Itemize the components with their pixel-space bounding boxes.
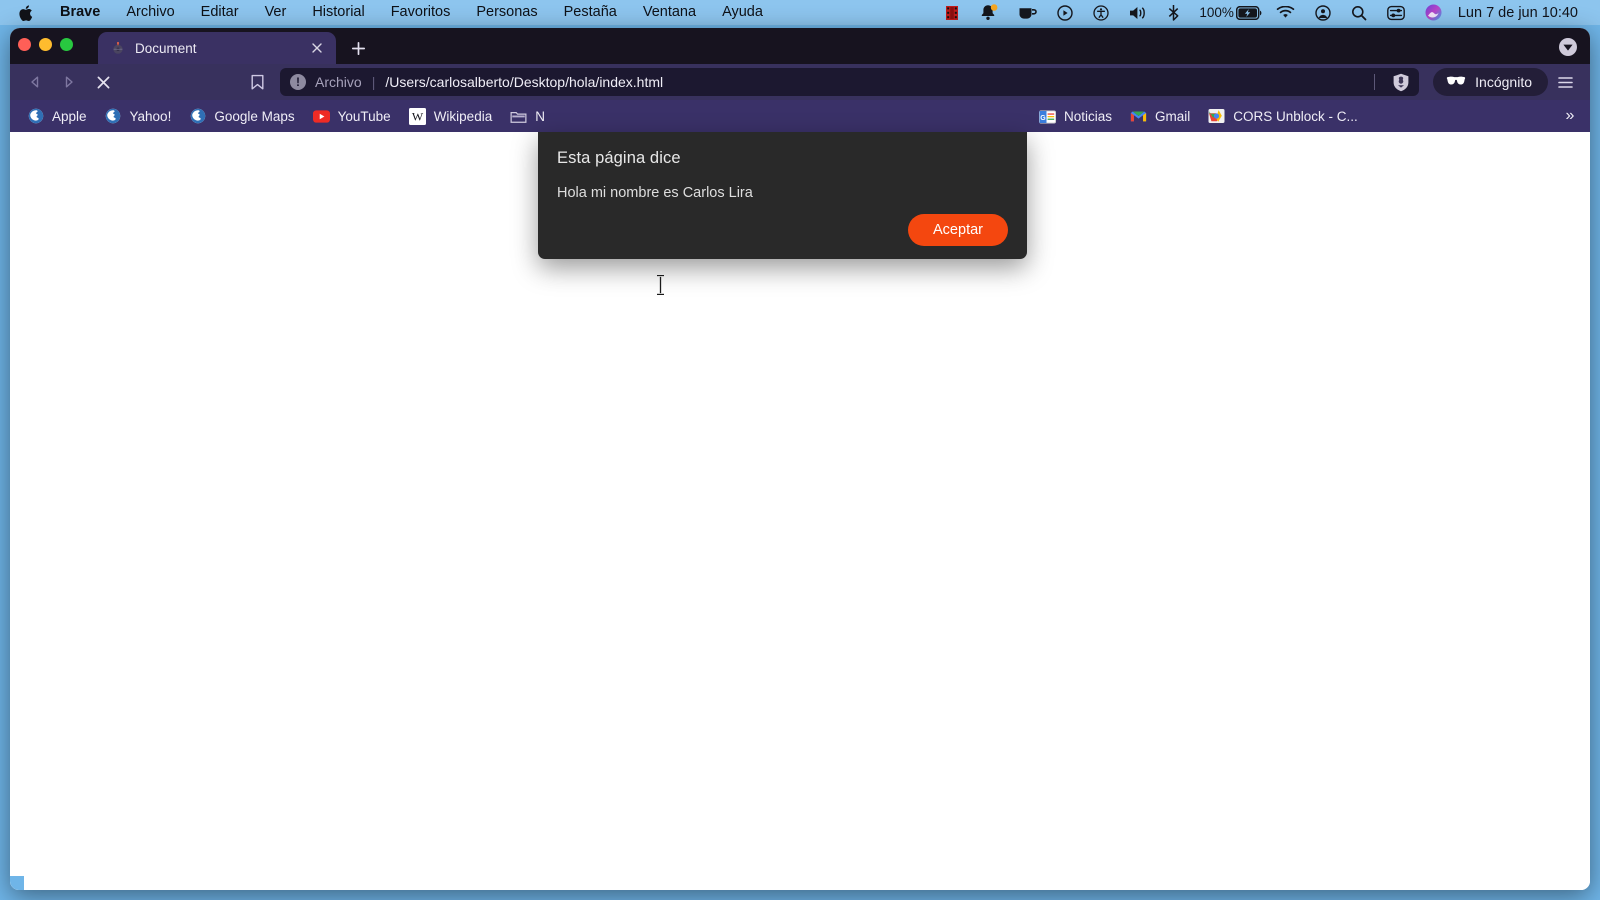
bookmark-label: Google Maps <box>214 108 295 124</box>
menu-item-ayuda[interactable]: Ayuda <box>709 0 776 25</box>
bookmark-label: N <box>535 108 545 124</box>
bookmark-gmail[interactable]: Gmail <box>1121 103 1199 129</box>
tab-close-icon[interactable] <box>306 37 328 59</box>
folder-icon <box>510 108 527 125</box>
bookmarks-overflow-button[interactable]: » <box>1558 104 1582 128</box>
screen: Brave Archivo Editar Ver Historial Favor… <box>0 0 1600 900</box>
google-news-icon: G <box>1038 108 1056 125</box>
globe-icon <box>189 108 206 125</box>
wifi-icon[interactable] <box>1266 0 1305 25</box>
bookmarks-bar: Apple Yahoo! Google Maps YouTube W Wikip… <box>10 100 1590 132</box>
menu-item-personas[interactable]: Personas <box>463 0 550 25</box>
address-url-text[interactable]: /Users/carlosalberto/Desktop/hola/index.… <box>385 74 663 90</box>
dialog-message: Hola mi nombre es Carlos Lira <box>557 185 753 201</box>
youtube-icon <box>312 108 330 125</box>
spotlight-search-icon[interactable] <box>1341 0 1377 25</box>
volume-icon[interactable] <box>1119 0 1158 25</box>
tab-strip: Document <box>10 28 1590 64</box>
menu-bar-clock[interactable]: Lun 7 de jun 10:40 <box>1452 5 1584 21</box>
bookmark-label: Noticias <box>1063 108 1112 124</box>
address-scheme-label: Archivo <box>315 74 362 90</box>
menu-item-pestana[interactable]: Pestaña <box>551 0 630 25</box>
wikipedia-icon: W <box>408 107 426 125</box>
globe-icon <box>105 108 122 125</box>
bluetooth-icon[interactable] <box>1158 0 1189 25</box>
control-center-icon[interactable] <box>1377 0 1415 25</box>
gmail-icon <box>1130 108 1147 125</box>
menu-item-editar[interactable]: Editar <box>188 0 252 25</box>
battery-charging-icon <box>1235 5 1262 20</box>
window-corner-mask <box>10 876 24 890</box>
menu-item-brave[interactable]: Brave <box>47 0 113 25</box>
menu-bar-left: Brave Archivo Editar Ver Historial Favor… <box>0 0 776 25</box>
window-traffic-lights <box>18 38 73 51</box>
dialog-title: Esta página dice <box>557 149 681 167</box>
new-tab-button[interactable] <box>344 35 372 61</box>
minimize-window-button[interactable] <box>39 38 52 51</box>
maximize-window-button[interactable] <box>60 38 73 51</box>
bookmark-cors-unblock[interactable]: CORS Unblock - C... <box>1199 103 1367 129</box>
address-separator: | <box>371 74 376 90</box>
bookmark-yahoo[interactable]: Yahoo! <box>96 103 181 129</box>
menu-bar-status-area: 100% Lun 7 de jun 10:40 <box>935 0 1592 25</box>
bookmark-folder[interactable]: N <box>501 103 554 129</box>
document-favicon <box>110 41 125 56</box>
bookmark-label: Yahoo! <box>129 108 172 124</box>
dialog-accept-button[interactable]: Aceptar <box>908 213 1008 246</box>
svg-text:W: W <box>412 109 424 123</box>
profile-incognito-button[interactable]: Incógnito <box>1433 68 1548 96</box>
brave-shields-icon[interactable] <box>1389 70 1413 94</box>
text-cursor-icon <box>655 274 666 296</box>
siri-icon[interactable] <box>1415 0 1452 25</box>
stop-loading-icon[interactable] <box>86 68 120 96</box>
bookmark-star-icon[interactable] <box>240 68 274 96</box>
menu-item-ventana[interactable]: Ventana <box>630 0 709 25</box>
bookmark-label: Apple <box>52 108 87 124</box>
info-circle-icon[interactable]: ! <box>290 74 306 90</box>
hamburger-menu-icon[interactable] <box>1548 68 1582 96</box>
user-circle-icon[interactable] <box>1305 0 1341 25</box>
dialog-actions: Aceptar <box>908 213 1008 246</box>
globe-icon <box>27 108 44 125</box>
menu-item-historial[interactable]: Historial <box>299 0 377 25</box>
bookmark-apple[interactable]: Apple <box>18 103 96 129</box>
incognito-glasses-icon <box>1446 73 1466 91</box>
bookmark-label: YouTube <box>337 108 391 124</box>
javascript-alert-dialog: Esta página dice Hola mi nombre es Carlo… <box>538 132 1027 259</box>
play-circle-icon[interactable] <box>1047 0 1083 25</box>
brave-rewards-icon[interactable] <box>1556 36 1580 58</box>
chrome-extension-icon <box>1208 108 1225 125</box>
bookmark-google-maps[interactable]: Google Maps <box>180 103 303 129</box>
address-bar-right <box>1374 70 1413 94</box>
browser-toolbar: ! Archivo | /Users/carlosalberto/Desktop… <box>10 64 1590 100</box>
coffee-cup-icon[interactable] <box>1008 0 1047 25</box>
battery-percent-label: 100% <box>1199 5 1234 20</box>
bookmark-label: Gmail <box>1154 108 1191 124</box>
page-content-area: Esta página dice Hola mi nombre es Carlo… <box>10 132 1590 890</box>
back-arrow-icon[interactable] <box>18 68 52 96</box>
close-window-button[interactable] <box>18 38 31 51</box>
address-bar[interactable]: ! Archivo | /Users/carlosalberto/Desktop… <box>280 68 1420 96</box>
bookmark-label: CORS Unblock - C... <box>1233 108 1358 124</box>
bookmark-label: Wikipedia <box>433 108 493 124</box>
menu-item-ver[interactable]: Ver <box>252 0 300 25</box>
bookmark-youtube[interactable]: YouTube <box>304 103 400 129</box>
battery-status[interactable]: 100% <box>1189 0 1266 25</box>
bookmark-wikipedia[interactable]: W Wikipedia <box>400 103 502 129</box>
profile-label: Incógnito <box>1475 74 1532 90</box>
menu-item-archivo[interactable]: Archivo <box>113 0 187 25</box>
notification-bell-icon[interactable] <box>969 0 1008 25</box>
menu-item-favoritos[interactable]: Favoritos <box>378 0 464 25</box>
macos-menu-bar: Brave Archivo Editar Ver Historial Favor… <box>0 0 1600 25</box>
svg-text:G: G <box>1040 115 1046 122</box>
forward-arrow-icon[interactable] <box>52 68 86 96</box>
browser-tab[interactable]: Document <box>98 32 336 64</box>
bookmark-noticias[interactable]: G Noticias <box>1030 103 1121 129</box>
brave-browser-window: Document ! Archivo | /Users/carlosalbert… <box>10 28 1590 890</box>
address-divider <box>1374 74 1376 90</box>
apple-logo-icon[interactable] <box>0 4 47 22</box>
accessibility-icon[interactable] <box>1083 0 1119 25</box>
film-strip-icon[interactable] <box>935 0 969 25</box>
tab-title: Document <box>135 40 197 56</box>
